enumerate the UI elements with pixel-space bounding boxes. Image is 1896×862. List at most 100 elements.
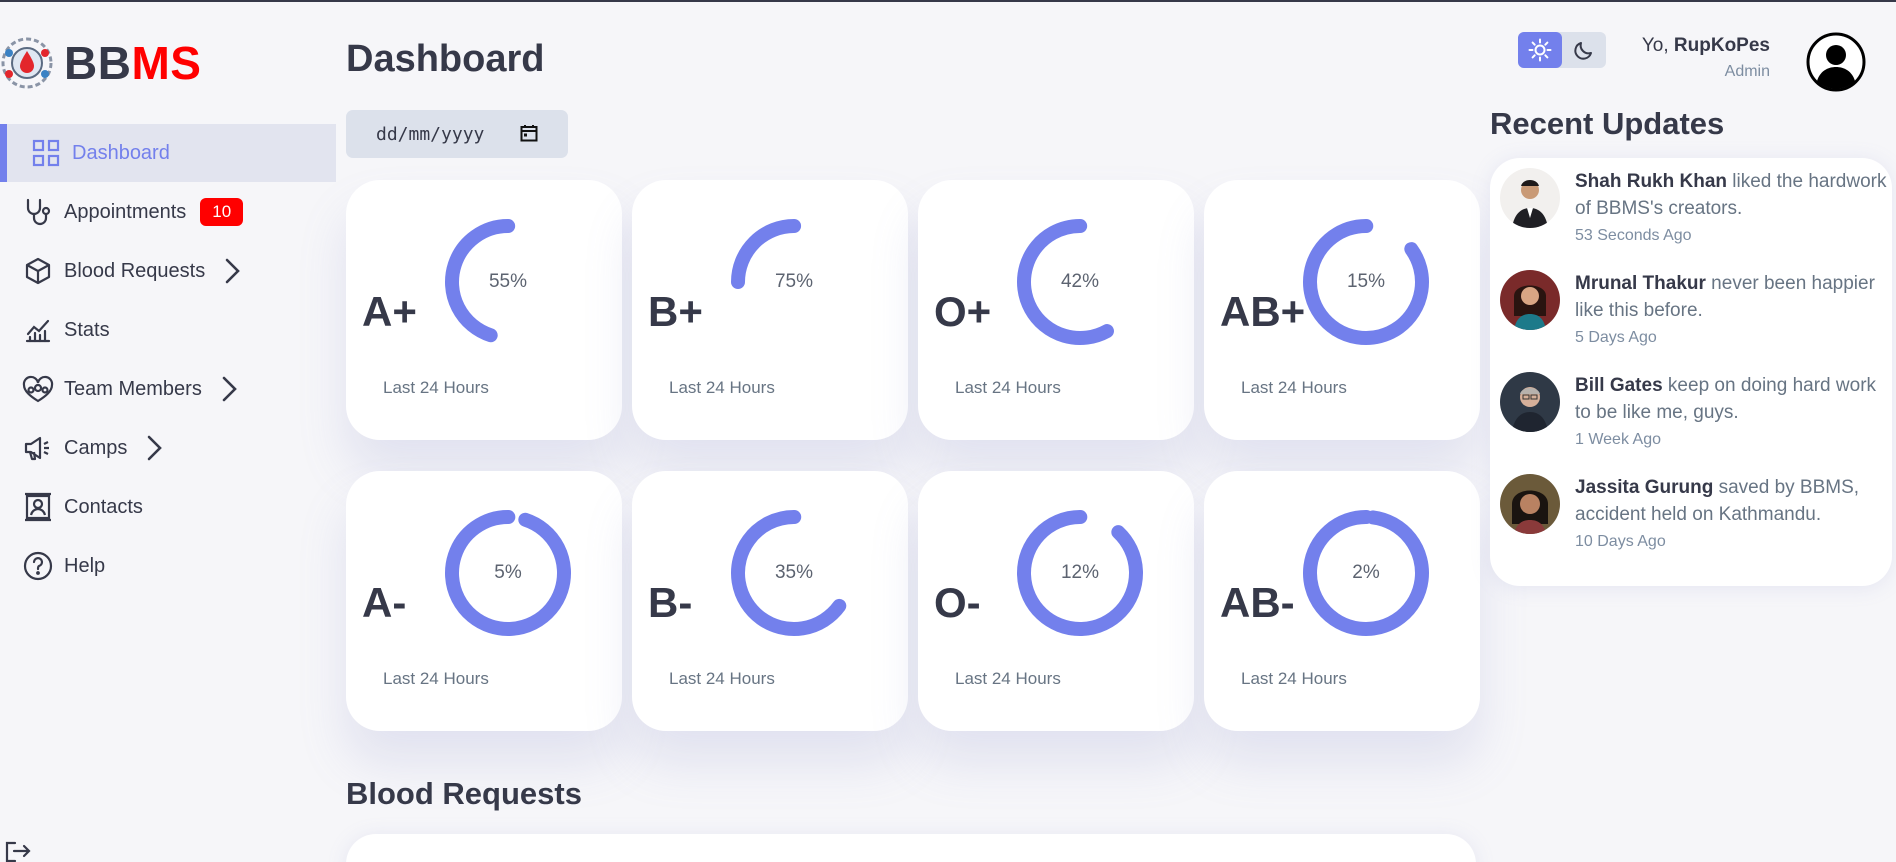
blood-group-period: Last 24 Hours <box>1241 669 1347 688</box>
light-mode-button[interactable] <box>1518 32 1562 68</box>
blood-group-percent: 15% <box>1346 271 1386 292</box>
chevron-right-icon <box>225 258 241 284</box>
update-avatar <box>1500 372 1560 432</box>
update-avatar <box>1500 474 1560 534</box>
blood-group-card: O+ 42% Last 24 Hours <box>918 180 1194 440</box>
greeting-prefix: Yo, <box>1641 35 1674 56</box>
update-message: Jassita Gurung saved by BBMS, accident h… <box>1575 474 1890 528</box>
update-avatar <box>1500 270 1560 330</box>
sidebar-item-contacts[interactable]: Contacts <box>0 478 336 536</box>
sidebar-item-blood-requests[interactable]: Blood Requests <box>0 242 336 300</box>
blood-group-type: B+ <box>648 288 703 335</box>
blood-group-type: A+ <box>362 288 417 335</box>
avatar-icon[interactable] <box>1806 32 1866 92</box>
update-message: Mrunal Thakur never been happier like th… <box>1575 270 1890 324</box>
team-icon <box>22 373 54 405</box>
greeting: Yo, RupKoPes <box>1642 35 1770 57</box>
blood-group-period: Last 24 Hours <box>955 669 1061 688</box>
grid-icon <box>30 137 62 169</box>
blood-group-period: Last 24 Hours <box>383 669 489 688</box>
blood-requests-title: Blood Requests <box>346 776 582 811</box>
blood-group-percent: 35% <box>774 562 814 583</box>
date-input[interactable]: dd/mm/yyyy <box>346 110 568 158</box>
username: RupKoPes <box>1673 35 1770 56</box>
cube-icon <box>22 255 54 287</box>
blood-group-percent: 2% <box>1352 562 1380 583</box>
blood-group-type: AB+ <box>1220 288 1306 335</box>
brand-part-1: BB <box>64 37 132 89</box>
sidebar-item-label: Stats <box>64 318 110 341</box>
chevron-right-icon <box>148 435 163 461</box>
megaphone-icon <box>22 432 54 464</box>
update-time: 1 Week Ago <box>1575 431 1661 448</box>
blood-group-percent: 5% <box>494 562 522 583</box>
update-item: Jassita Gurung saved by BBMS, accident h… <box>1500 474 1890 552</box>
user-role: Admin <box>1724 63 1770 80</box>
update-time: 10 Days Ago <box>1575 533 1666 550</box>
sidebar: BBMS Dashboard Appointments 10 Blood Req… <box>0 2 336 862</box>
blood-group-percent: 75% <box>774 271 814 292</box>
date-placeholder: dd/mm/yyyy <box>376 123 485 145</box>
profile-info: Yo, RupKoPes Admin <box>1642 35 1770 81</box>
blood-group-type: O- <box>934 579 981 626</box>
moon-icon <box>1574 42 1592 60</box>
sidebar-item-label: Blood Requests <box>64 259 206 282</box>
update-time: 5 Days Ago <box>1575 329 1657 346</box>
sidebar-item-label: Help <box>64 554 106 577</box>
blood-group-card: O- 12% Last 24 Hours <box>918 471 1194 731</box>
update-item: Mrunal Thakur never been happier like th… <box>1500 270 1890 348</box>
blood-group-period: Last 24 Hours <box>1241 378 1347 397</box>
page-title: Dashboard <box>346 38 545 80</box>
contact-icon <box>22 491 54 523</box>
appointments-count-badge: 10 <box>200 198 244 226</box>
calendar-icon[interactable] <box>520 124 538 142</box>
blood-group-card: B+ 75% Last 24 Hours <box>632 180 908 440</box>
update-message: Bill Gates keep on doing hard work to be… <box>1575 372 1890 426</box>
sidebar-item-camps[interactable]: Camps <box>0 419 336 477</box>
sidebar-item-label: Camps <box>64 436 128 459</box>
theme-toggler[interactable] <box>1518 32 1606 68</box>
blood-group-period: Last 24 Hours <box>955 378 1061 397</box>
update-item: Shah Rukh Khan liked the hardwork of BBM… <box>1500 168 1890 246</box>
blood-group-card: AB- 2% Last 24 Hours <box>1204 471 1480 731</box>
sidebar-nav: Dashboard Appointments 10 Blood Requests… <box>0 124 336 596</box>
stethoscope-icon <box>22 196 54 228</box>
blood-requests-table <box>346 834 1476 862</box>
sidebar-item-team-members[interactable]: Team Members <box>0 360 336 418</box>
blood-group-type: O+ <box>934 288 992 335</box>
sidebar-item-stats[interactable]: Stats <box>0 301 336 359</box>
blood-group-card: A- 5% Last 24 Hours <box>346 471 622 731</box>
help-icon <box>22 550 54 582</box>
sidebar-item-label: Appointments <box>64 200 187 223</box>
logo-icon <box>1 37 53 89</box>
update-user-name: Shah Rukh Khan <box>1575 171 1728 192</box>
update-user-name: Jassita Gurung <box>1575 477 1714 498</box>
recent-updates-title: Recent Updates <box>1490 106 1725 141</box>
sun-icon <box>1528 38 1552 62</box>
update-user-name: Mrunal Thakur <box>1575 273 1706 294</box>
sidebar-item-help[interactable]: Help <box>0 537 336 595</box>
blood-group-percent: 42% <box>1060 271 1100 292</box>
blood-group-card: A+ 55% Last 24 Hours <box>346 180 622 440</box>
update-avatar <box>1500 168 1560 228</box>
blood-group-period: Last 24 Hours <box>669 378 775 397</box>
blood-group-type: AB- <box>1220 579 1295 626</box>
chart-icon <box>22 314 54 346</box>
sidebar-item-label: Contacts <box>64 495 143 518</box>
sidebar-item-dashboard[interactable]: Dashboard <box>0 124 336 182</box>
update-time: 53 Seconds Ago <box>1575 227 1692 244</box>
recent-updates-list: Shah Rukh Khan liked the hardwork of BBM… <box>1490 158 1892 586</box>
sidebar-item-appointments[interactable]: Appointments 10 <box>0 183 336 241</box>
blood-group-type: B- <box>648 579 693 626</box>
blood-group-percent: 55% <box>488 271 528 292</box>
logo[interactable]: BBMS <box>0 36 201 90</box>
chevron-right-icon <box>222 376 237 402</box>
sidebar-item-label: Dashboard <box>72 141 170 164</box>
blood-group-card: B- 35% Last 24 Hours <box>632 471 908 731</box>
dark-mode-button[interactable] <box>1562 32 1606 68</box>
brand-name: BBMS <box>64 36 201 90</box>
sidebar-item-label: Team Members <box>64 377 202 400</box>
update-user-name: Bill Gates <box>1575 375 1663 396</box>
logout-icon[interactable] <box>4 840 32 862</box>
blood-group-card: AB+ 15% Last 24 Hours <box>1204 180 1480 440</box>
